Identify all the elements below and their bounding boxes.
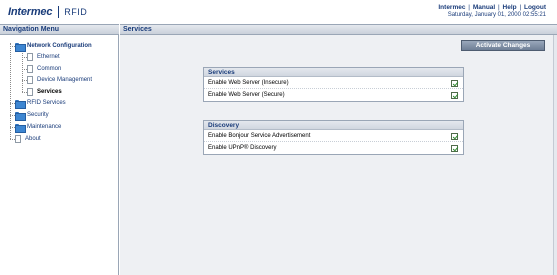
page-icon: [27, 88, 33, 96]
nav-item-common[interactable]: Common: [27, 64, 61, 74]
setting-row: Enable UPnP® Discovery: [204, 142, 463, 154]
setting-row: Enable Web Server (Insecure): [204, 77, 463, 89]
services-group: Services Enable Web Server (Insecure) En…: [203, 67, 464, 102]
page-scrollbar[interactable]: [553, 35, 557, 275]
help-link[interactable]: Help: [503, 4, 517, 11]
manual-link[interactable]: Manual: [473, 4, 495, 11]
nav-item-label: Ethernet: [37, 54, 60, 60]
enable-web-server-secure-checkbox[interactable]: [451, 92, 458, 99]
logo-product-text: RFID: [64, 7, 88, 17]
setting-row: Enable Bonjour Service Advertisement: [204, 130, 463, 142]
page-icon: [27, 65, 33, 73]
page-title-bar: Services: [120, 24, 557, 35]
nav-item-label: RFID Services: [27, 100, 66, 106]
header-links: Intermec | Manual | Help | Logout: [438, 4, 546, 11]
tree-connector: [22, 49, 23, 92]
page-icon: [27, 76, 33, 84]
tree-connector: [10, 43, 11, 139]
nav-item-label: Maintenance: [27, 124, 62, 130]
folder-icon: [15, 123, 26, 133]
setting-label: Enable Web Server (Insecure): [208, 80, 289, 86]
group-title: Services: [204, 68, 463, 77]
nav-item-label: Security: [27, 112, 49, 118]
logo-brand-text: Intermec: [8, 6, 53, 18]
nav-item-services[interactable]: Services: [27, 87, 62, 97]
link-separator: |: [498, 4, 500, 11]
setting-label: Enable UPnP® Discovery: [208, 145, 277, 151]
current-datetime: Saturday, January 01, 2000 02:55:21: [447, 12, 546, 18]
page-icon: [27, 53, 33, 61]
group-title: Discovery: [204, 121, 463, 130]
logout-link[interactable]: Logout: [524, 4, 546, 11]
nav-item-security[interactable]: Security: [15, 110, 49, 121]
link-separator: |: [468, 4, 470, 11]
link-separator: |: [519, 4, 522, 11]
setting-label: Enable Bonjour Service Advertisement: [208, 133, 311, 139]
nav-item-network-configuration[interactable]: Network Configuration: [15, 41, 92, 52]
nav-title-bar: Navigation Menu: [0, 24, 119, 35]
intermec-logo: Intermec RFID: [8, 5, 87, 19]
folder-icon: [15, 42, 26, 52]
page-icon: [15, 135, 21, 143]
logo-divider: [58, 6, 60, 18]
folder-icon: [15, 99, 26, 109]
nav-item-device-management[interactable]: Device Management: [27, 75, 92, 85]
enable-upnp-checkbox[interactable]: [451, 145, 458, 152]
nav-item-label: Common: [37, 66, 62, 72]
nav-item-label: About: [25, 136, 41, 142]
enable-bonjour-checkbox[interactable]: [451, 133, 458, 140]
setting-label: Enable Web Server (Secure): [208, 92, 285, 98]
folder-icon: [15, 111, 26, 121]
app-header: Intermec RFID Intermec | Manual | Help |…: [0, 0, 557, 24]
nav-item-label: Services: [37, 89, 62, 95]
nav-item-rfid-services[interactable]: RFID Services: [15, 98, 66, 109]
nav-item-maintenance[interactable]: Maintenance: [15, 122, 62, 133]
navigation-pane: Network Configuration Ethernet Common De…: [0, 35, 119, 275]
intermec-link[interactable]: Intermec: [438, 4, 465, 11]
main-content: Activate Changes Services Enable Web Ser…: [120, 35, 557, 275]
setting-row: Enable Web Server (Secure): [204, 89, 463, 101]
nav-item-label: Device Management: [37, 77, 93, 83]
activate-changes-button[interactable]: Activate Changes: [461, 40, 545, 51]
nav-item-about[interactable]: About: [15, 134, 41, 144]
nav-item-ethernet[interactable]: Ethernet: [27, 52, 60, 62]
discovery-group: Discovery Enable Bonjour Service Adverti…: [203, 120, 464, 155]
nav-item-label: Network Configuration: [27, 43, 92, 49]
enable-web-server-insecure-checkbox[interactable]: [451, 80, 458, 87]
nav-tree: Network Configuration Ethernet Common De…: [0, 35, 119, 275]
